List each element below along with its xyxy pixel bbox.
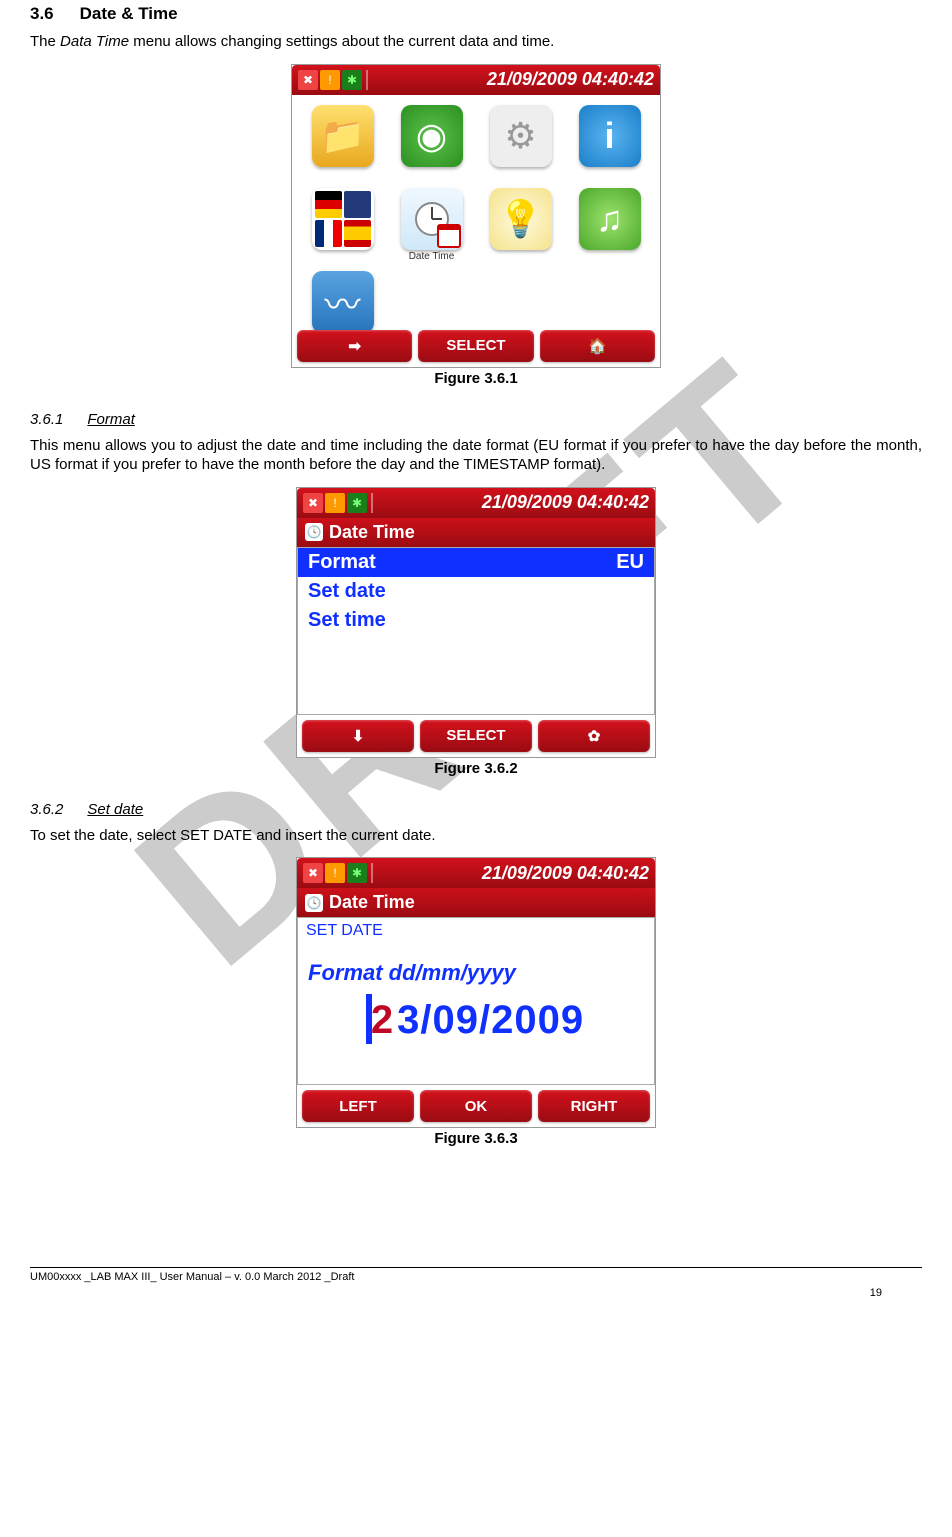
wave-icon: 〰 [312, 271, 374, 333]
select-button[interactable]: SELECT [420, 720, 532, 752]
figure-caption-2: Figure 3.6.2 [30, 760, 922, 777]
clock-calendar-icon [401, 188, 463, 250]
figure-caption-3: Figure 3.6.3 [30, 1130, 922, 1147]
screen-title: 🕓 Date Time [297, 888, 655, 917]
date-digit-active: 2 [368, 998, 397, 1043]
menu-label-format: Format [308, 551, 376, 574]
section-number: 3.6 [30, 4, 54, 23]
date-input[interactable]: 23/09/2009 [298, 998, 654, 1043]
app-rfid[interactable]: ◉ [389, 103, 474, 182]
status-bt-icon: ✱ [347, 493, 367, 513]
home-button[interactable]: 🏠 [540, 330, 655, 362]
topbar-datetime: 21/09/2009 04:40:42 [372, 69, 654, 90]
next-button[interactable]: ➡ [297, 330, 412, 362]
app-datetime-label: Date Time [409, 251, 455, 263]
gear-icon: ⚙ [490, 105, 552, 167]
status-warn-icon: ! [325, 493, 345, 513]
section-heading: 3.6 Date & Time [30, 4, 922, 24]
status-disconnect-icon: ✖ [298, 70, 318, 90]
rfid-icon: ◉ [401, 105, 463, 167]
home-icon: 🏠 [588, 337, 607, 355]
page-footer: UM00xxxx _LAB MAX III_ User Manual – v. … [30, 1267, 922, 1299]
device-screenshot-2: ✖ ! ✱ 21/09/2009 04:40:42 🕓 Date Time Fo… [296, 487, 656, 758]
device-screenshot-1: ✖ ! ✱ 21/09/2009 04:40:42 📁 ◉ ⚙ i Date T… [291, 64, 661, 368]
footer-text: UM00xxxx _LAB MAX III_ User Manual – v. … [30, 1271, 922, 1283]
right-button[interactable]: RIGHT [538, 1090, 650, 1122]
setdate-label: SET DATE [298, 920, 654, 942]
app-languages[interactable] [300, 186, 385, 265]
status-disconnect-icon: ✖ [303, 493, 323, 513]
screen-title: 🕓 Date Time [297, 518, 655, 547]
clock-small-icon: 🕓 [305, 523, 323, 541]
app-folder[interactable]: 📁 [300, 103, 385, 182]
figure-caption-1: Figure 3.6.1 [30, 370, 922, 387]
down-button[interactable]: ⬇ [302, 720, 414, 752]
app-info[interactable]: i [567, 103, 652, 182]
flags-icon [312, 188, 374, 250]
settings-button[interactable]: ✿ [538, 720, 650, 752]
status-disconnect-icon: ✖ [303, 863, 323, 883]
device-topbar: ✖ ! ✱ 21/09/2009 04:40:42 [297, 488, 655, 518]
app-datetime[interactable]: Date Time [389, 186, 474, 265]
menu-row-setdate[interactable]: Set date [298, 577, 654, 606]
format-paragraph: This menu allows you to adjust the date … [30, 436, 922, 475]
setdate-paragraph: To set the date, select SET DATE and ins… [30, 826, 922, 846]
status-warn-icon: ! [320, 70, 340, 90]
topbar-datetime: 21/09/2009 04:40:42 [377, 863, 649, 884]
folder-icon: 📁 [312, 105, 374, 167]
status-bt-icon: ✱ [347, 863, 367, 883]
clock-small-icon: 🕓 [305, 894, 323, 912]
music-icon: ♫ [579, 188, 641, 250]
left-button[interactable]: LEFT [302, 1090, 414, 1122]
device-topbar: ✖ ! ✱ 21/09/2009 04:40:42 [297, 858, 655, 888]
subsection-setdate: 3.6.2Set date [30, 801, 922, 818]
intro-paragraph: The Data Time menu allows changing setti… [30, 32, 922, 52]
status-bt-icon: ✱ [342, 70, 362, 90]
status-warn-icon: ! [325, 863, 345, 883]
app-settings[interactable]: ⚙ [478, 103, 563, 182]
app-sound[interactable]: ♫ [567, 186, 652, 265]
menu-value-format: EU [616, 551, 644, 574]
arrow-down-icon: ⬇ [352, 727, 365, 745]
subsection-format: 3.6.1Format [30, 411, 922, 428]
gear-icon: ✿ [588, 727, 601, 745]
arrow-right-icon: ➡ [348, 337, 361, 355]
device-screenshot-3: ✖ ! ✱ 21/09/2009 04:40:42 🕓 Date Time SE… [296, 857, 656, 1128]
bulb-icon: 💡 [490, 188, 552, 250]
format-hint: Format dd/mm/yyyy [298, 942, 654, 998]
app-display[interactable]: 💡 [478, 186, 563, 265]
topbar-datetime: 21/09/2009 04:40:42 [377, 492, 649, 513]
page-number: 19 [30, 1287, 922, 1299]
device-topbar: ✖ ! ✱ 21/09/2009 04:40:42 [292, 65, 660, 95]
menu-row-format[interactable]: Format EU [298, 548, 654, 577]
select-button[interactable]: SELECT [418, 330, 533, 362]
ok-button[interactable]: OK [420, 1090, 532, 1122]
info-icon: i [579, 105, 641, 167]
menu-row-settime[interactable]: Set time [298, 606, 654, 635]
section-title-text: Date & Time [80, 4, 178, 23]
